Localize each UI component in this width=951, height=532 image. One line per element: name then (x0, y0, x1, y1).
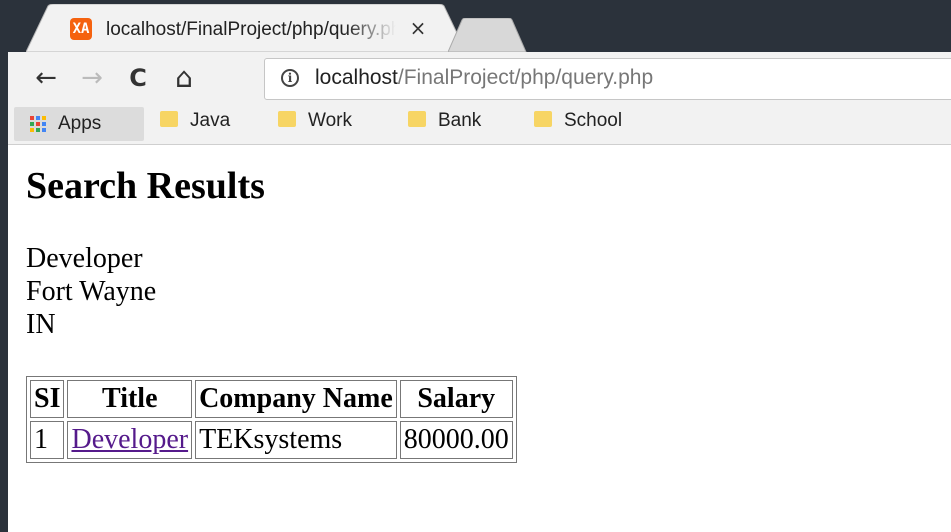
browser-toolbar: ← → C ⌂ i localhost/FinalProject/php/que… (8, 52, 951, 104)
column-header-title: Title (67, 380, 193, 418)
reload-icon[interactable]: C (124, 64, 152, 92)
folder-icon (160, 110, 178, 127)
tab-title-fade (346, 16, 396, 44)
cell-company: TEKsystems (195, 421, 397, 459)
home-icon[interactable]: ⌂ (170, 64, 198, 92)
column-header-salary: Salary (399, 380, 513, 418)
info-icon[interactable]: i (281, 69, 299, 87)
url-path: /FinalProject/php/query.php (397, 66, 654, 89)
tab-active[interactable]: XA localhost/FinalProject/php/query.php … (26, 4, 466, 52)
query-state: IN (26, 309, 56, 340)
tab-strip: XA localhost/FinalProject/php/query.php … (8, 0, 951, 52)
xampp-favicon-icon: XA (70, 18, 92, 40)
apps-grid-icon (30, 116, 46, 132)
search-criteria: Developer Fort Wayne IN (26, 242, 156, 341)
bookmark-label: Java (190, 110, 231, 131)
browser-window: XA localhost/FinalProject/php/query.php … (8, 0, 951, 532)
table-header-row: SI Title Company Name Salary (30, 380, 513, 418)
address-bar[interactable]: i localhost/FinalProject/php/query.php (264, 58, 951, 100)
folder-icon (278, 110, 296, 127)
url-host: localhost (315, 66, 398, 89)
query-city: Fort Wayne (26, 276, 157, 307)
bookmark-label: Work (308, 110, 352, 131)
bookmark-label: Bank (438, 110, 482, 131)
url-text[interactable]: localhost/FinalProject/php/query.php (315, 66, 653, 90)
page-title: Search Results (26, 165, 265, 207)
query-keyword: Developer (26, 243, 143, 274)
results-table: SI Title Company Name Salary 1 Developer… (26, 376, 517, 463)
bookmark-java[interactable]: Java (160, 110, 230, 136)
cell-salary: 80000.00 (399, 421, 513, 459)
apps-button[interactable]: Apps (14, 107, 144, 141)
bookmarks-bar: Apps Java Work Bank School (8, 104, 951, 145)
table-row: 1 Developer TEKsystems 80000.00 (30, 421, 513, 459)
column-header-company: Company Name (195, 380, 397, 418)
apps-label: Apps (58, 113, 102, 134)
bookmark-school[interactable]: School (534, 110, 622, 136)
folder-icon (408, 110, 426, 127)
cell-si: 1 (30, 421, 65, 459)
column-header-si: SI (30, 380, 65, 418)
cell-title: Developer (67, 421, 193, 459)
bookmark-work[interactable]: Work (278, 110, 352, 136)
job-title-link[interactable]: Developer (71, 424, 188, 455)
bookmark-label: School (564, 110, 623, 131)
back-arrow-icon[interactable]: ← (32, 64, 60, 92)
new-tab-button[interactable] (448, 18, 528, 52)
bookmark-bank[interactable]: Bank (408, 110, 481, 136)
tab-close-icon[interactable]: × (406, 16, 430, 40)
folder-icon (534, 110, 552, 127)
forward-arrow-icon[interactable]: → (78, 64, 106, 92)
